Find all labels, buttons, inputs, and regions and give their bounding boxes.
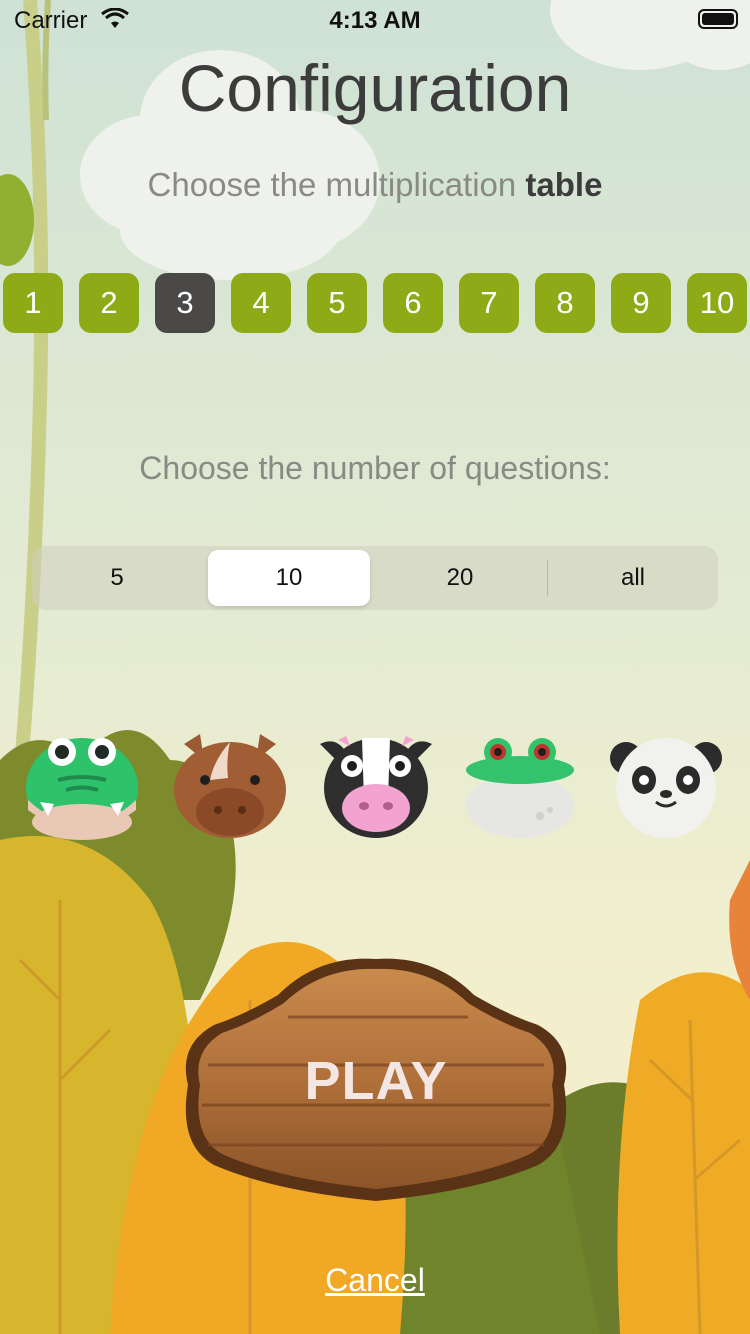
clock: 4:13 AM	[329, 7, 421, 34]
table-selector: 1 2 3 4 5 6 7 8 9 10	[0, 273, 750, 333]
table-prompt-text: Choose the multiplication	[147, 166, 526, 203]
battery-icon	[698, 9, 738, 29]
status-bar: Carrier 4:13 AM	[0, 0, 750, 40]
cancel-link[interactable]: Cancel	[0, 1262, 750, 1299]
segment-10[interactable]: 10	[208, 550, 370, 606]
frog-icon[interactable]	[460, 730, 580, 840]
table-button-9[interactable]: 9	[611, 273, 671, 333]
horse-icon[interactable]	[170, 730, 290, 840]
cow-icon[interactable]	[316, 730, 436, 840]
table-prompt-bold: table	[525, 166, 603, 203]
table-button-1[interactable]: 1	[3, 273, 63, 333]
table-button-7[interactable]: 7	[459, 273, 519, 333]
table-button-5[interactable]: 5	[307, 273, 367, 333]
table-button-2[interactable]: 2	[79, 273, 139, 333]
animal-row	[0, 730, 750, 840]
questions-segmented-control: 5 10 20 all	[32, 546, 718, 610]
panda-icon[interactable]	[606, 730, 726, 840]
segment-all[interactable]: all	[548, 546, 718, 610]
table-prompt: Choose the multiplication table	[0, 166, 750, 204]
table-button-3[interactable]: 3	[155, 273, 215, 333]
table-button-4[interactable]: 4	[231, 273, 291, 333]
crocodile-icon[interactable]	[22, 730, 142, 840]
segment-5[interactable]: 5	[32, 546, 202, 610]
questions-prompt: Choose the number of questions:	[139, 450, 611, 486]
segment-20[interactable]: 20	[375, 546, 545, 610]
table-button-10[interactable]: 10	[687, 273, 747, 333]
table-button-8[interactable]: 8	[535, 273, 595, 333]
page-title: Configuration	[178, 51, 572, 125]
play-label: PLAY	[304, 1051, 448, 1111]
table-button-6[interactable]: 6	[383, 273, 443, 333]
